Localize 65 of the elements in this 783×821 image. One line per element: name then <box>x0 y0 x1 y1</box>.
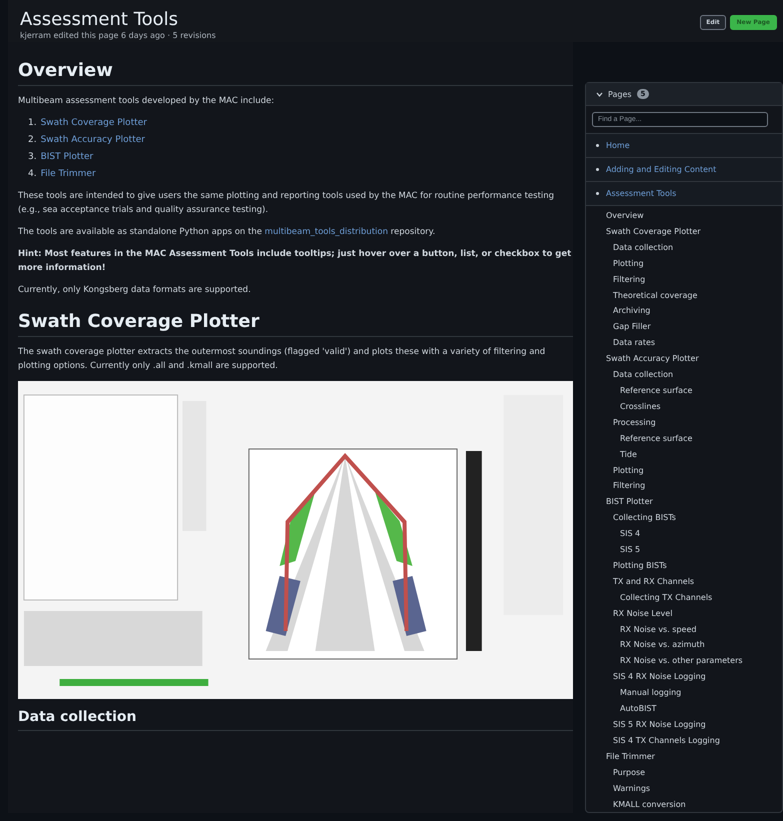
toc-link[interactable]: Swath Coverage Plotter <box>606 224 782 240</box>
toc-link[interactable]: Manual logging <box>606 685 782 702</box>
toc-link[interactable]: RX Noise vs. speed <box>606 622 782 638</box>
toc-link[interactable]: Theoretical coverage <box>606 288 782 304</box>
toc-link[interactable]: BIST Plotter <box>606 494 782 510</box>
page-title: Assessment Tools <box>20 9 180 31</box>
toc-link[interactable]: SIS 4 TX Channels Logging <box>606 732 782 749</box>
collapse-icon[interactable] <box>596 90 603 98</box>
revision-info: kjerram edited this page 6 days ago · 5 revisions <box>20 31 216 40</box>
toc-link[interactable]: Purpose <box>606 764 782 781</box>
toc-link[interactable]: SIS 4 RX Noise Logging <box>606 669 782 686</box>
paragraph: Hint: Most features in the MAC Assessment Tools include tooltips; just hover over a button, list, or checkbox to get more information! <box>18 248 572 275</box>
toc-link[interactable]: TX and RX Channels <box>606 574 782 590</box>
toc-link[interactable]: File Trimmer <box>606 748 782 765</box>
tool-link[interactable]: Swath Accuracy Plotter <box>40 133 145 147</box>
toc-link[interactable]: Overview <box>606 208 782 224</box>
list-number: 2. <box>28 134 37 147</box>
toc-link[interactable]: Swath Accuracy Plotter <box>606 351 782 368</box>
toc-link[interactable]: Data rates <box>606 335 782 352</box>
toc-link[interactable]: RX Noise vs. azimuth <box>606 637 782 654</box>
toc-link[interactable]: Collecting BISTs <box>606 510 782 526</box>
toc-link[interactable]: Data collection <box>606 240 782 256</box>
list-number: 1. <box>28 117 37 130</box>
page-link[interactable]: Home <box>606 141 630 150</box>
toc-link[interactable]: Plotting <box>606 256 782 272</box>
section-heading: Overview <box>18 54 573 86</box>
tool-link[interactable]: BIST Plotter <box>40 150 94 164</box>
section-heading: Swath Coverage Plotter <box>18 305 573 337</box>
toc-link[interactable]: Collecting TX Channels <box>606 590 782 606</box>
toc-link[interactable]: SIS 5 RX Noise Logging <box>606 717 782 733</box>
toc-link[interactable]: SIS 5 <box>606 542 782 558</box>
list-number: 4. <box>28 168 37 181</box>
subsection-heading: Data collection <box>18 709 573 731</box>
toc-link[interactable]: RX Noise Level <box>606 606 782 622</box>
paragraph: Multibeam assessment tools developed by the MAC include: <box>18 95 276 108</box>
toc-link[interactable]: Data collection <box>606 367 782 383</box>
toc-link[interactable]: Reference surface <box>606 382 782 399</box>
toc-link[interactable]: Gap Filler <box>606 319 782 336</box>
toc-link[interactable]: Warnings <box>606 780 782 797</box>
paragraph: The swath coverage plotter extracts the outermost soundings (flagged 'valid') and plots these with a variety of filtering and plotting options. Currently only .all and .kmall are supported. <box>18 346 546 373</box>
tool-link[interactable]: File Trimmer <box>40 167 96 181</box>
toc-link[interactable]: Processing <box>606 414 782 431</box>
paragraph: Currently, only Kongsberg data formats are supported. <box>18 284 252 297</box>
paragraph: These tools are intended to give users the same plotting and reporting tools used by the MAC for routine performance testing (e.g., sea acceptance trials and quality assurance testing). <box>18 190 556 217</box>
toc-link[interactable]: Tide <box>606 446 782 462</box>
repository-link[interactable]: multibeam_tools_distribution <box>264 227 388 237</box>
toc-link[interactable]: SIS 4 <box>606 526 782 542</box>
toc-link[interactable]: Plotting <box>606 462 782 478</box>
list-number: 3. <box>28 151 37 164</box>
toc-link[interactable]: RX Noise vs. other parameters <box>606 653 782 670</box>
bullet-icon <box>596 192 599 195</box>
page-link[interactable]: Assessment Tools <box>606 189 676 198</box>
toc-link[interactable]: Reference surface <box>606 430 782 447</box>
toc-link[interactable]: KMALL conversion <box>606 796 782 812</box>
toc-link[interactable]: AutoBIST <box>606 701 782 717</box>
paragraph: The tools are available as standalone Python apps on the multibeam_tools_distribution repository. <box>18 226 436 239</box>
toc-link[interactable]: Archiving <box>606 303 782 320</box>
bullet-icon <box>596 168 599 171</box>
toc-link[interactable]: Filtering <box>606 478 782 494</box>
tool-link[interactable]: Swath Coverage Plotter <box>40 116 147 130</box>
toc-link[interactable]: Crosslines <box>606 398 782 415</box>
pages-heading: Pages <box>608 90 632 98</box>
bullet-icon <box>596 144 599 147</box>
toc-link[interactable]: Filtering <box>606 272 782 288</box>
toc-link[interactable]: Plotting BISTs <box>606 558 782 574</box>
